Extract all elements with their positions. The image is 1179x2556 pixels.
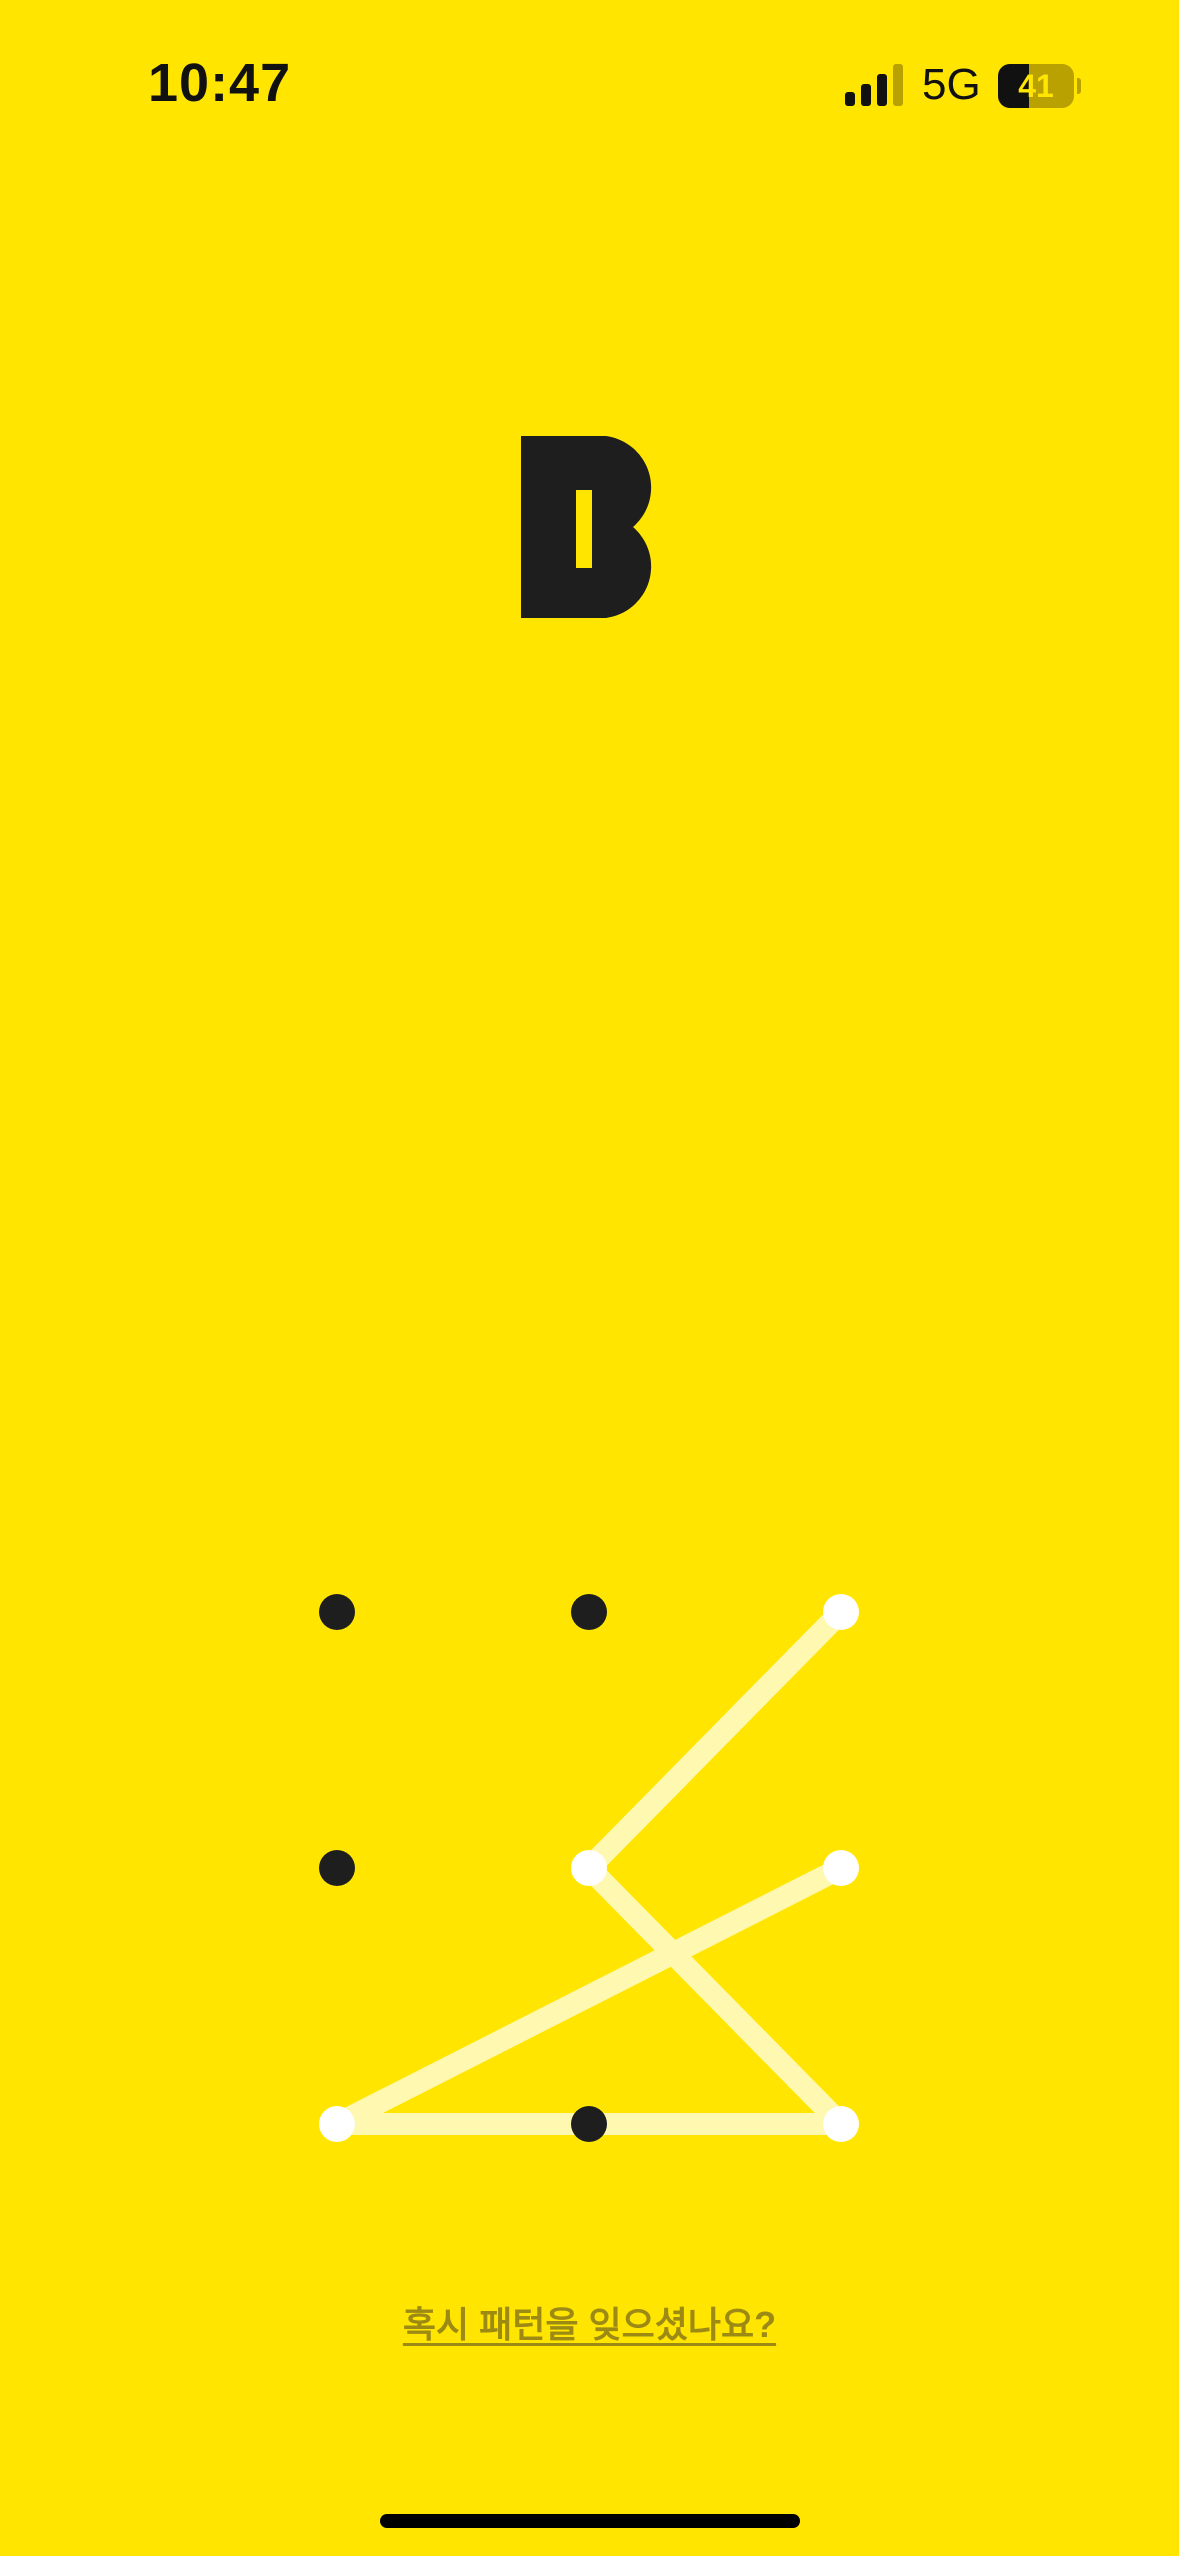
- pattern-dot-1[interactable]: [319, 1594, 355, 1630]
- pattern-dot-3[interactable]: [823, 1594, 859, 1630]
- pattern-dot-7[interactable]: [319, 2106, 355, 2142]
- pattern-dot-9[interactable]: [823, 2106, 859, 2142]
- pattern-dot-5[interactable]: [571, 1850, 607, 1886]
- home-indicator[interactable]: [380, 2514, 800, 2528]
- pattern-dot-8[interactable]: [571, 2106, 607, 2142]
- pattern-lock-grid[interactable]: [0, 0, 1179, 2556]
- pattern-dot-6[interactable]: [823, 1850, 859, 1886]
- forgot-pattern-link[interactable]: 혹시 패턴을 잊으셨나요?: [0, 2296, 1179, 2348]
- pattern-dot-4[interactable]: [319, 1850, 355, 1886]
- pattern-dot-2[interactable]: [571, 1594, 607, 1630]
